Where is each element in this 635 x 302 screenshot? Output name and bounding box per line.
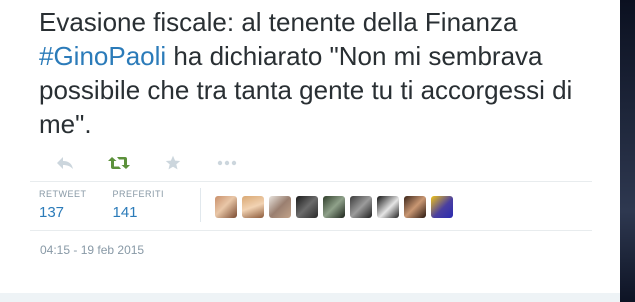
tweet-text-before: Evasione fiscale: al tenente della Finan… (39, 7, 518, 37)
reply-button[interactable] (40, 152, 90, 174)
tweet-stats: RETWEET 137 PREFERITI 141 (39, 188, 458, 228)
background-strip (620, 0, 635, 302)
tweet-card: Evasione fiscale: al tenente della Finan… (0, 0, 620, 302)
user-avatar[interactable] (242, 196, 265, 218)
favorites-label: PREFERITI (112, 189, 165, 199)
tweet-timestamp[interactable]: 04:15 - 19 feb 2015 (40, 243, 144, 257)
star-icon (165, 155, 181, 170)
page-bottom-band (0, 293, 635, 302)
user-avatar[interactable] (377, 196, 400, 218)
tweet-actions (40, 152, 256, 174)
retweet-icon (108, 157, 130, 169)
hashtag-link[interactable]: #GinoPaoli (39, 41, 166, 71)
user-avatar[interactable] (404, 196, 427, 218)
retweet-stat[interactable]: RETWEET 137 (39, 188, 87, 222)
tweet-text: Evasione fiscale: al tenente della Finan… (39, 5, 619, 141)
user-avatar[interactable] (350, 196, 373, 218)
more-dots-icon (217, 160, 237, 166)
favorites-count: 141 (112, 204, 138, 221)
favoriting-users (215, 196, 458, 218)
user-avatar[interactable] (323, 196, 346, 218)
reply-icon (57, 157, 73, 169)
retweet-count: 137 (39, 204, 65, 221)
user-avatar[interactable] (296, 196, 319, 218)
favorite-button[interactable] (148, 152, 198, 174)
user-avatar[interactable] (431, 196, 454, 218)
divider (30, 181, 592, 182)
divider (30, 230, 592, 231)
user-avatar[interactable] (269, 196, 292, 218)
more-button[interactable] (202, 152, 252, 174)
retweet-button[interactable] (94, 152, 144, 174)
user-avatar[interactable] (215, 196, 238, 218)
retweet-label: RETWEET (39, 189, 87, 199)
favorites-stat[interactable]: PREFERITI 141 (113, 188, 165, 222)
stats-separator (200, 188, 202, 222)
